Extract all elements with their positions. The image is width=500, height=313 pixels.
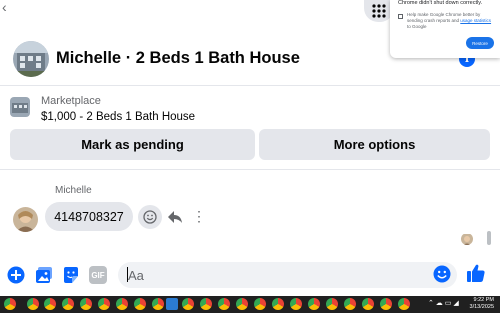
conversation-title[interactable]: Michelle · 2 Beds 1 Bath House xyxy=(56,49,300,68)
chrome-taskbar-icon[interactable] xyxy=(116,298,128,310)
thumbs-up-icon[interactable] xyxy=(466,263,486,283)
restore-button[interactable]: Restore xyxy=(466,37,494,49)
chrome-taskbar-icon[interactable] xyxy=(98,298,110,310)
grid-icon xyxy=(372,4,386,18)
message-input[interactable] xyxy=(128,265,418,285)
clock-date: 3/13/2025 xyxy=(469,304,494,310)
reply-icon[interactable] xyxy=(166,208,184,226)
chrome-taskbar-icon[interactable] xyxy=(236,298,248,310)
chrome-taskbar-icon[interactable] xyxy=(308,298,320,310)
listing-thumbnail[interactable] xyxy=(10,97,30,117)
crash-report-checkbox[interactable] xyxy=(398,14,403,19)
chrome-taskbar-icon[interactable] xyxy=(152,298,164,310)
popup-checkbox-suffix: to Google xyxy=(407,24,427,29)
plus-icon[interactable] xyxy=(7,266,25,284)
chrome-taskbar-icon[interactable] xyxy=(362,298,374,310)
chrome-taskbar-icon[interactable] xyxy=(44,298,56,310)
chrome-taskbar-icon[interactable] xyxy=(398,298,410,310)
chrome-taskbar-icon[interactable] xyxy=(218,298,230,310)
more-actions-icon[interactable]: ⋮ xyxy=(192,206,206,226)
app-taskbar-icon[interactable] xyxy=(166,298,178,310)
chrome-taskbar-icon[interactable] xyxy=(200,298,212,310)
chrome-taskbar-icon[interactable] xyxy=(344,298,356,310)
sender-avatar[interactable] xyxy=(13,207,38,232)
chrome-taskbar-icon[interactable] xyxy=(62,298,74,310)
chrome-taskbar-icon[interactable] xyxy=(326,298,338,310)
taskbar: ⌃ ☁ ▭ ◢ 9:22 PM 3/13/2025 xyxy=(0,296,500,313)
sender-name: Michelle xyxy=(55,185,92,196)
seen-avatar xyxy=(461,233,473,245)
chrome-taskbar-icon[interactable] xyxy=(254,298,266,310)
smiley-icon xyxy=(143,210,157,224)
system-tray-icons[interactable]: ⌃ ☁ ▭ ◢ xyxy=(428,300,459,308)
chrome-taskbar-icon[interactable] xyxy=(4,298,16,310)
clock-time: 9:22 PM xyxy=(473,297,494,303)
chrome-taskbar-icon[interactable] xyxy=(290,298,302,310)
conversation-avatar[interactable] xyxy=(13,41,49,77)
taskbar-clock[interactable]: 9:22 PM 3/13/2025 xyxy=(470,297,494,311)
react-button[interactable] xyxy=(138,205,162,229)
chrome-taskbar-icon[interactable] xyxy=(380,298,392,310)
chrome-restore-popup: Chrome didn't shut down correctly. Help … xyxy=(390,0,500,58)
mark-as-pending-button[interactable]: Mark as pending xyxy=(10,129,255,160)
gif-button[interactable]: GIF xyxy=(89,266,107,284)
sticker-icon[interactable] xyxy=(62,266,80,284)
chrome-taskbar-icon[interactable] xyxy=(272,298,284,310)
chrome-taskbar-icon[interactable] xyxy=(182,298,194,310)
usage-statistics-link[interactable]: usage statistics xyxy=(460,18,491,23)
chrome-taskbar-icon[interactable] xyxy=(80,298,92,310)
back-icon[interactable]: ‹ xyxy=(2,0,16,16)
emoji-icon[interactable] xyxy=(433,265,451,283)
chrome-taskbar-icon[interactable] xyxy=(27,298,39,310)
popup-title: Chrome didn't shut down correctly. xyxy=(398,0,483,6)
chrome-taskbar-icon[interactable] xyxy=(134,298,146,310)
message-thread: Michelle 4148708327 ⋮ xyxy=(0,170,500,258)
message-bubble[interactable]: 4148708327 xyxy=(45,202,133,231)
scrollbar-thumb[interactable] xyxy=(487,231,491,245)
listing-price-title[interactable]: $1,000 - 2 Beds 1 Bath House xyxy=(41,111,195,123)
listing-category: Marketplace xyxy=(41,95,101,107)
message-input-field[interactable] xyxy=(118,262,457,288)
photo-icon[interactable] xyxy=(35,266,53,284)
popup-description: Help make Google Chrome better by sendin… xyxy=(407,12,492,30)
more-options-button[interactable]: More options xyxy=(259,129,490,160)
